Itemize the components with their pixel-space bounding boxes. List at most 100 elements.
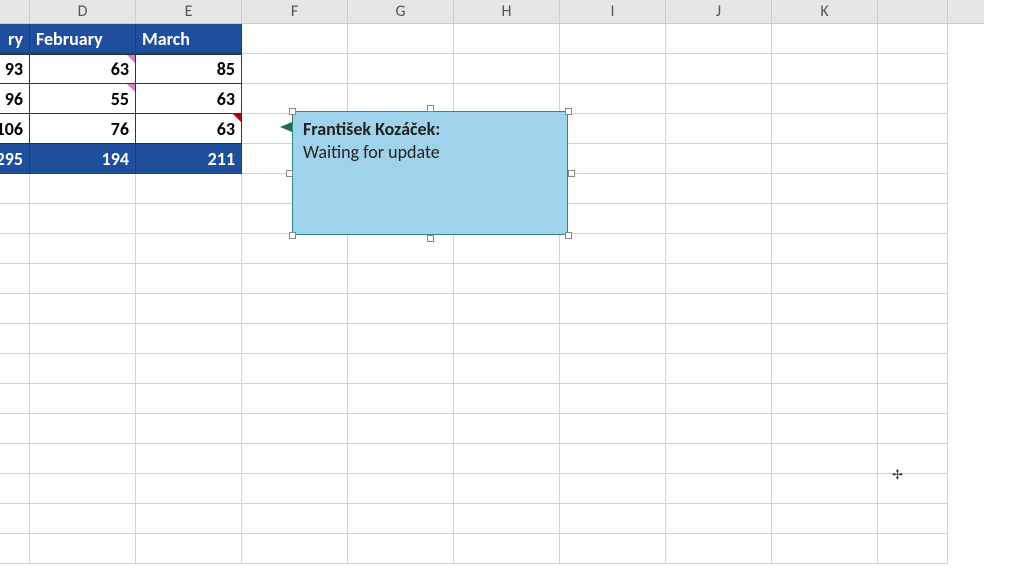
cell-f1[interactable]: [242, 24, 348, 54]
cell-empty[interactable]: [878, 264, 948, 294]
cell-h3[interactable]: [454, 84, 560, 114]
cell-empty[interactable]: [560, 264, 666, 294]
cell-empty[interactable]: [0, 294, 30, 324]
cell-empty[interactable]: [136, 174, 242, 204]
cell-empty[interactable]: [454, 234, 560, 264]
cell-k2[interactable]: [772, 54, 878, 84]
cell-empty[interactable]: [560, 504, 666, 534]
cell-d3[interactable]: 55: [30, 84, 136, 114]
cell-empty[interactable]: [878, 414, 948, 444]
cell-empty[interactable]: [30, 234, 136, 264]
cell-empty[interactable]: [454, 534, 560, 564]
cell-c3[interactable]: 96: [0, 84, 30, 114]
cell-empty[interactable]: [772, 204, 878, 234]
cell-empty[interactable]: [0, 384, 30, 414]
cell-empty[interactable]: [772, 414, 878, 444]
cell-empty[interactable]: [666, 414, 772, 444]
cell-c2[interactable]: 93: [0, 54, 30, 84]
col-header-c-partial[interactable]: [0, 0, 30, 23]
cell-empty[interactable]: [30, 474, 136, 504]
cell-empty[interactable]: [560, 354, 666, 384]
cell-empty[interactable]: [136, 204, 242, 234]
cell-empty[interactable]: [0, 504, 30, 534]
cell-f2[interactable]: [242, 54, 348, 84]
cell-i5[interactable]: [560, 144, 666, 174]
cell-empty[interactable]: [666, 264, 772, 294]
cell-empty[interactable]: [560, 444, 666, 474]
cell-empty[interactable]: [0, 534, 30, 564]
cell-empty[interactable]: [772, 504, 878, 534]
cell-empty[interactable]: [348, 414, 454, 444]
cell-empty[interactable]: [454, 264, 560, 294]
cell-l2[interactable]: [878, 54, 948, 84]
cell-i2[interactable]: [560, 54, 666, 84]
cell-empty[interactable]: [560, 324, 666, 354]
cell-empty[interactable]: [878, 204, 948, 234]
cell-g3[interactable]: [348, 84, 454, 114]
cell-empty[interactable]: [136, 294, 242, 324]
col-header-f[interactable]: F: [242, 0, 348, 23]
cell-empty[interactable]: [560, 414, 666, 444]
cell-empty[interactable]: [454, 354, 560, 384]
total-e[interactable]: 211: [136, 144, 242, 174]
cell-empty[interactable]: [666, 204, 772, 234]
cell-empty[interactable]: [666, 384, 772, 414]
col-header-g[interactable]: G: [348, 0, 454, 23]
cell-j4[interactable]: [666, 114, 772, 144]
cell-empty[interactable]: [666, 294, 772, 324]
cell-j1[interactable]: [666, 24, 772, 54]
cell-empty[interactable]: [136, 384, 242, 414]
cell-e4[interactable]: 63: [136, 114, 242, 144]
cell-l5[interactable]: [878, 144, 948, 174]
cell-empty[interactable]: [30, 384, 136, 414]
cell-k5[interactable]: [772, 144, 878, 174]
cell-empty[interactable]: [772, 174, 878, 204]
col-header-i[interactable]: I: [560, 0, 666, 23]
cell-empty[interactable]: [878, 444, 948, 474]
cell-empty[interactable]: [30, 504, 136, 534]
cell-empty[interactable]: [242, 444, 348, 474]
cell-empty[interactable]: [348, 234, 454, 264]
cell-empty[interactable]: [30, 294, 136, 324]
cell-h1[interactable]: [454, 24, 560, 54]
cell-c4[interactable]: 106: [0, 114, 30, 144]
cell-empty[interactable]: [348, 264, 454, 294]
cell-empty[interactable]: [772, 234, 878, 264]
selection-handle[interactable]: [568, 170, 575, 177]
cell-j2[interactable]: [666, 54, 772, 84]
selection-handle[interactable]: [565, 232, 572, 239]
cell-l4[interactable]: [878, 114, 948, 144]
cell-i1[interactable]: [560, 24, 666, 54]
cell-empty[interactable]: [878, 384, 948, 414]
cell-i4[interactable]: [560, 114, 666, 144]
cell-empty[interactable]: [878, 534, 948, 564]
cell-empty[interactable]: [454, 414, 560, 444]
cell-empty[interactable]: [666, 474, 772, 504]
cell-empty[interactable]: [772, 324, 878, 354]
cell-d4[interactable]: 76: [30, 114, 136, 144]
cell-empty[interactable]: [772, 384, 878, 414]
cell-empty[interactable]: [242, 414, 348, 444]
cell-empty[interactable]: [242, 534, 348, 564]
cell-empty[interactable]: [666, 504, 772, 534]
cell-empty[interactable]: [560, 534, 666, 564]
cell-empty[interactable]: [136, 324, 242, 354]
cell-empty[interactable]: [30, 324, 136, 354]
cell-empty[interactable]: [242, 324, 348, 354]
cell-empty[interactable]: [136, 264, 242, 294]
cell-empty[interactable]: [136, 444, 242, 474]
cell-empty[interactable]: [348, 294, 454, 324]
col-header-e[interactable]: E: [136, 0, 242, 23]
cell-empty[interactable]: [560, 234, 666, 264]
selection-handle[interactable]: [427, 235, 434, 242]
cell-empty[interactable]: [878, 504, 948, 534]
header-february[interactable]: February: [30, 24, 136, 54]
cell-empty[interactable]: [666, 354, 772, 384]
cell-empty[interactable]: [560, 174, 666, 204]
cell-empty[interactable]: [136, 504, 242, 534]
col-header-j[interactable]: J: [666, 0, 772, 23]
cell-empty[interactable]: [136, 354, 242, 384]
col-header-d[interactable]: D: [30, 0, 136, 23]
col-header-k[interactable]: K: [772, 0, 878, 23]
cell-empty[interactable]: [878, 474, 948, 504]
